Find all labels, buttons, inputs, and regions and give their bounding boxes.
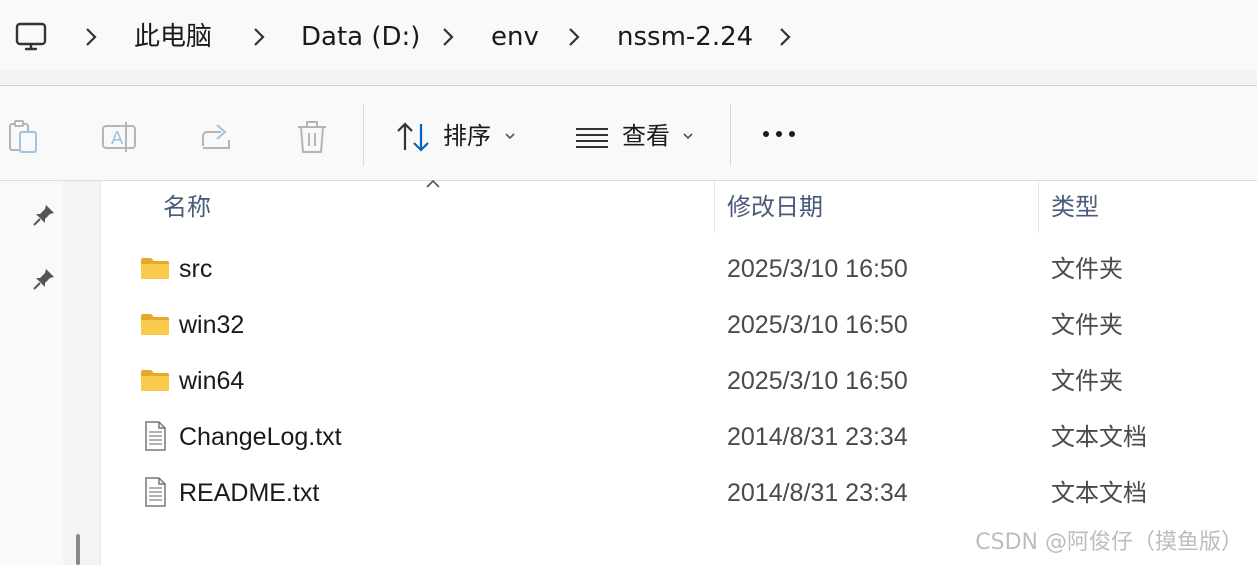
address-bar: 此电脑 Data (D:) env nssm-2.24: [0, 0, 1257, 71]
command-bar: A 排序 查看: [0, 86, 1257, 181]
toolbar-divider: [363, 104, 364, 166]
chevron-right-icon[interactable]: [778, 26, 792, 48]
column-divider[interactable]: [1038, 181, 1039, 233]
file-modified-date: 2025/3/10 16:50: [727, 255, 908, 283]
chevron-right-icon[interactable]: [441, 26, 455, 48]
file-name: ChangeLog.txt: [179, 423, 342, 451]
chevron-down-icon[interactable]: [682, 131, 694, 141]
breadcrumb-item-drive[interactable]: Data (D:): [301, 20, 420, 54]
file-type: 文件夹: [1051, 367, 1123, 395]
pin-icon[interactable]: [32, 267, 56, 291]
file-name: README.txt: [179, 479, 320, 507]
more-icon[interactable]: [758, 122, 800, 146]
file-modified-date: 2025/3/10 16:50: [727, 367, 908, 395]
file-name: win32: [179, 311, 245, 339]
file-row-src[interactable]: src 2025/3/10 16:50 文件夹: [101, 242, 1257, 298]
folder-icon: [141, 314, 169, 335]
folder-icon: [141, 370, 169, 391]
file-type: 文本文档: [1051, 423, 1147, 451]
breadcrumb-item-this-pc[interactable]: 此电脑: [134, 20, 212, 54]
breadcrumb-item-nssm[interactable]: nssm-2.24: [617, 20, 753, 54]
file-name: win64: [179, 367, 245, 395]
svg-text:A: A: [111, 128, 124, 149]
breadcrumb-item-env[interactable]: env: [491, 20, 539, 54]
chevron-right-icon[interactable]: [84, 26, 98, 48]
navigation-scrollbar[interactable]: [63, 181, 101, 565]
chevron-right-icon[interactable]: [252, 26, 266, 48]
navigation-pane: [0, 181, 63, 565]
file-row-win32[interactable]: win32 2025/3/10 16:50 文件夹: [101, 298, 1257, 354]
file-row-win64[interactable]: win64 2025/3/10 16:50 文件夹: [101, 354, 1257, 410]
file-modified-date: 2025/3/10 16:50: [727, 311, 908, 339]
rename-icon[interactable]: A: [100, 118, 140, 156]
column-header-type[interactable]: 类型: [1051, 191, 1099, 223]
chevron-down-icon[interactable]: [504, 131, 516, 141]
column-header-row: 名称 修改日期 类型: [101, 181, 1257, 233]
text-file-icon: [145, 421, 166, 451]
trash-icon[interactable]: [292, 118, 332, 156]
file-type: 文本文档: [1051, 479, 1147, 507]
file-type: 文件夹: [1051, 311, 1123, 339]
file-name: src: [179, 255, 213, 283]
watermark: CSDN @阿俊仔（摸鱼版）: [975, 530, 1243, 555]
folder-icon: [141, 258, 169, 279]
monitor-icon[interactable]: [14, 20, 48, 54]
pin-icon[interactable]: [32, 203, 56, 227]
file-modified-date: 2014/8/31 23:34: [727, 423, 908, 451]
column-header-name[interactable]: 名称: [163, 191, 211, 223]
view-button[interactable]: 查看: [622, 120, 670, 152]
file-modified-date: 2014/8/31 23:34: [727, 479, 908, 507]
chevron-right-icon[interactable]: [567, 26, 581, 48]
view-icon[interactable]: [572, 118, 612, 156]
text-file-icon: [145, 477, 166, 507]
clipboard-icon[interactable]: [4, 118, 44, 156]
toolbar-divider: [730, 104, 731, 166]
address-bar-divider: [0, 70, 1257, 86]
file-row-readme[interactable]: README.txt 2014/8/31 23:34 文本文档: [101, 466, 1257, 522]
share-icon[interactable]: [197, 118, 237, 156]
scrollbar-thumb[interactable]: [76, 534, 80, 565]
column-divider[interactable]: [714, 181, 715, 233]
sort-icon[interactable]: [394, 118, 434, 156]
file-row-changelog[interactable]: ChangeLog.txt 2014/8/31 23:34 文本文档: [101, 410, 1257, 466]
column-header-modified[interactable]: 修改日期: [727, 191, 823, 223]
sort-button[interactable]: 排序: [443, 120, 491, 152]
file-type: 文件夹: [1051, 255, 1123, 283]
